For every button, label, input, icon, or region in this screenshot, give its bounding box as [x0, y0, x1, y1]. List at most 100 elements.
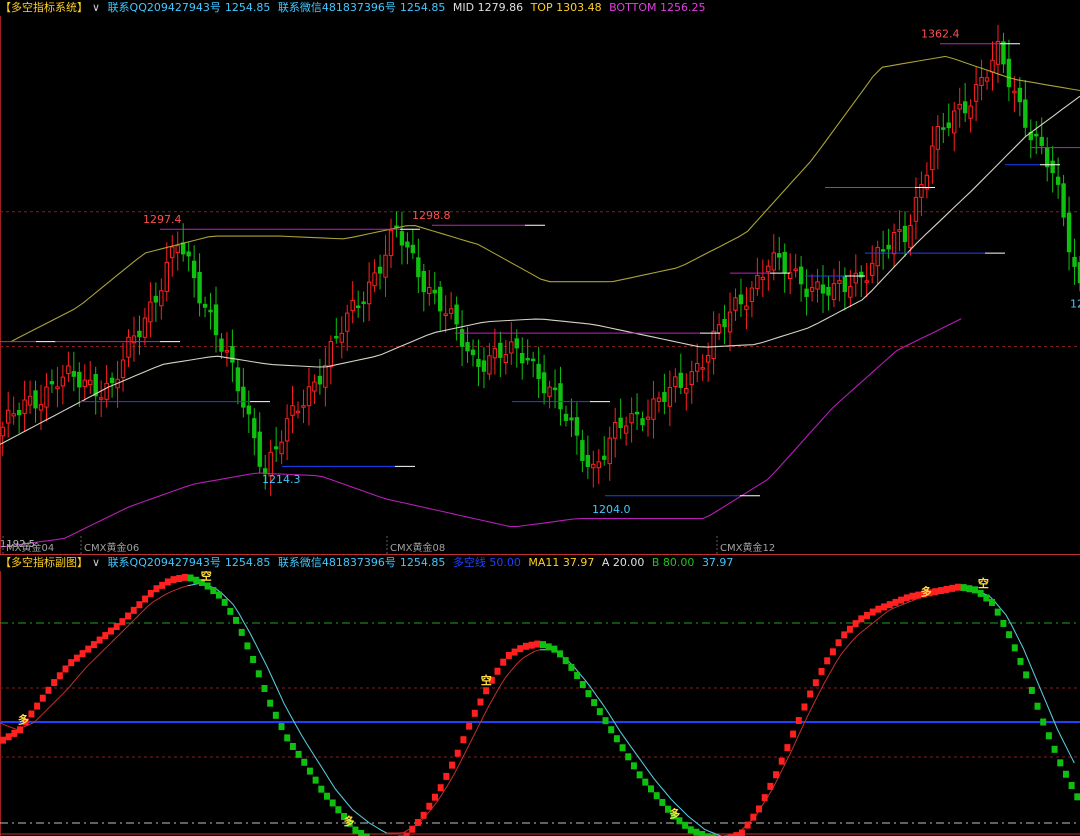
- long-signal: 多: [669, 806, 680, 820]
- up-candle: [22, 399, 27, 414]
- down-candle: [1055, 176, 1061, 185]
- up-candle: [733, 297, 738, 311]
- falling-block: [591, 699, 598, 707]
- rising-block: [73, 654, 80, 662]
- falling-block: [562, 657, 569, 665]
- falling-block: [289, 742, 296, 750]
- qq-value: 1254.85: [224, 556, 271, 569]
- falling-block: [653, 792, 660, 800]
- up-candle: [350, 300, 355, 312]
- down-candle: [1039, 136, 1044, 146]
- bottom-readout: BOTTOM 1256.25: [609, 1, 706, 14]
- rising-block: [744, 821, 751, 829]
- falling-block: [295, 750, 302, 758]
- rising-block: [767, 782, 774, 790]
- down-candle: [602, 455, 607, 460]
- falling-block: [596, 708, 603, 716]
- ma11-line: [0, 582, 1075, 836]
- falling-block: [994, 608, 1001, 616]
- down-candle: [438, 286, 443, 312]
- rising-block: [522, 642, 529, 650]
- up-candle: [952, 110, 957, 134]
- up-candle: [547, 386, 552, 397]
- rising-block: [56, 672, 63, 680]
- falling-block: [1028, 686, 1035, 694]
- up-candle: [744, 305, 749, 310]
- rising-block: [159, 581, 166, 589]
- down-candle: [77, 371, 82, 388]
- falling-block: [1068, 782, 1075, 790]
- mid-readout: MID 1279.86: [452, 1, 524, 14]
- rising-block: [460, 736, 467, 744]
- up-candle: [908, 224, 913, 248]
- down-candle: [459, 329, 465, 347]
- up-candle: [104, 382, 109, 400]
- falling-block: [579, 681, 586, 689]
- rising-block: [454, 749, 461, 757]
- rising-block: [443, 772, 450, 780]
- chevron-down-icon[interactable]: ∨: [92, 1, 100, 14]
- main-title[interactable]: 【多空指标系统】: [0, 1, 88, 14]
- falling-block: [1062, 770, 1069, 778]
- down-candle: [530, 358, 536, 362]
- up-candle: [651, 398, 656, 420]
- down-candle: [1006, 58, 1012, 88]
- rising-block: [28, 710, 35, 718]
- rising-block: [500, 658, 507, 666]
- rising-block: [409, 825, 416, 833]
- rising-block: [45, 686, 52, 694]
- down-candle: [563, 413, 569, 421]
- rising-block: [62, 665, 69, 673]
- sub-title[interactable]: 【多空指标副图】: [0, 556, 88, 569]
- down-candle: [580, 440, 585, 461]
- low-label: 1214.3: [262, 473, 301, 486]
- up-candle: [924, 174, 930, 190]
- wechat-value: 1254.85: [399, 556, 446, 569]
- up-candle: [645, 416, 651, 420]
- main-price-chart[interactable]: 1297.41298.81362.41214.31204.0121192.5MX…: [0, 16, 1080, 554]
- falling-block: [693, 828, 700, 836]
- short-signal: 空: [201, 571, 212, 583]
- sub-chart-header: 【多空指标副图】 ∨ 联系QQ209427943号 1254.85 联系微信4818…: [0, 555, 1080, 571]
- rising-block: [795, 717, 802, 725]
- up-candle: [279, 441, 284, 455]
- up-candle: [596, 461, 601, 469]
- falling-block: [574, 672, 581, 680]
- falling-block: [1017, 657, 1024, 665]
- down-candle: [33, 390, 38, 409]
- up-candle: [809, 287, 815, 292]
- rising-block: [34, 702, 41, 710]
- up-candle: [853, 272, 858, 284]
- high-label: 1362.4: [921, 28, 960, 41]
- down-candle: [902, 225, 908, 243]
- falling-block: [272, 711, 279, 719]
- rising-block: [125, 612, 132, 620]
- up-candle: [760, 276, 766, 280]
- falling-block: [648, 785, 654, 793]
- falling-block: [642, 778, 649, 786]
- rising-block: [517, 645, 524, 653]
- falling-block: [960, 584, 967, 592]
- down-candle: [191, 260, 197, 279]
- up-candle: [711, 330, 716, 359]
- down-candle: [946, 122, 951, 129]
- rising-block: [432, 793, 438, 801]
- up-candle: [44, 386, 49, 408]
- falling-block: [682, 821, 689, 829]
- rising-block: [90, 641, 97, 649]
- wechat-label: 联系微信481837396号: [277, 1, 396, 14]
- up-candle: [0, 426, 5, 437]
- sub-indicator-chart[interactable]: 多空多空多多空: [0, 571, 1080, 836]
- falling-block: [324, 792, 330, 800]
- chevron-down-icon[interactable]: ∨: [92, 556, 100, 569]
- down-candle: [536, 363, 541, 379]
- rising-block: [466, 722, 473, 730]
- up-candle: [126, 336, 131, 358]
- short-signal: 空: [978, 576, 989, 590]
- up-candle: [968, 105, 973, 119]
- down-candle: [186, 251, 191, 257]
- rising-block: [153, 585, 160, 593]
- top-readout: TOP 1303.48: [530, 1, 602, 14]
- up-candle: [755, 275, 760, 290]
- rising-block: [898, 596, 905, 604]
